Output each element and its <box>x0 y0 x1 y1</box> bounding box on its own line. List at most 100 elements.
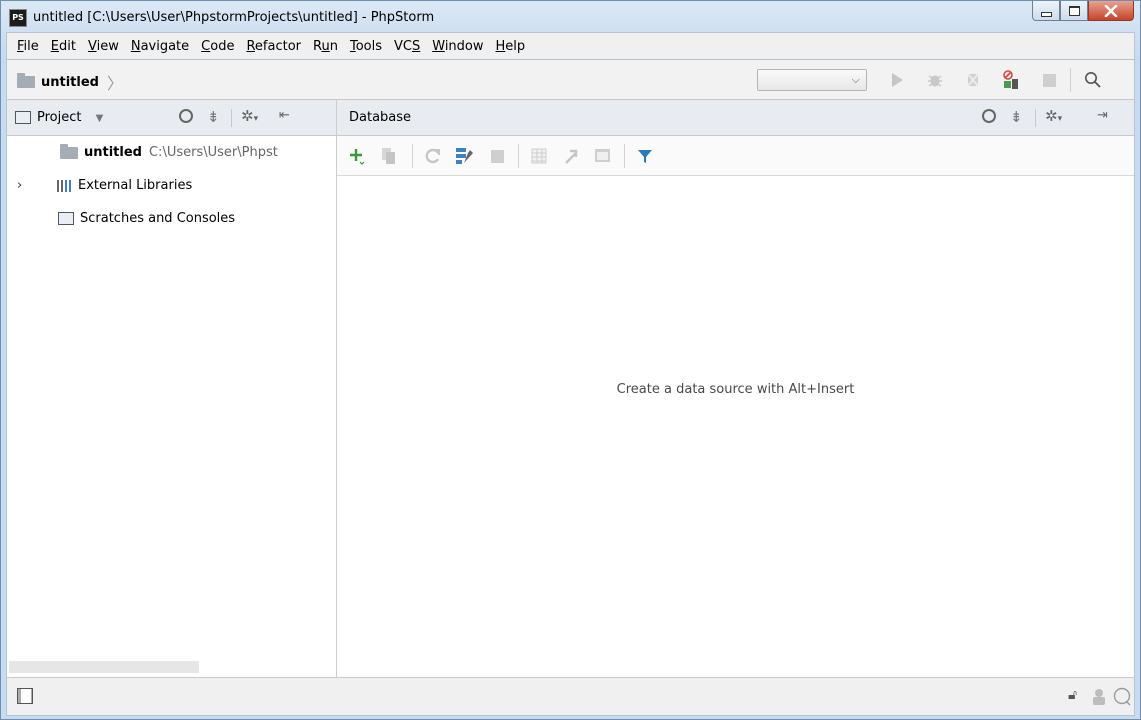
folder-icon <box>17 73 35 88</box>
folder-icon <box>60 143 78 159</box>
view-table-button[interactable] <box>529 146 549 166</box>
chevron-down-icon: ▼ <box>95 113 104 124</box>
window-title: untitled [C:\Users\User\PhpstormProjects… <box>33 10 435 25</box>
attach-icon <box>1003 70 1018 89</box>
run-button[interactable] <box>887 70 907 90</box>
chevron-right-icon[interactable]: › <box>17 178 22 193</box>
toolbar-separator <box>1070 68 1071 92</box>
breadcrumb[interactable]: untitled 〉 <box>17 70 123 94</box>
phpstorm-app-icon: PS <box>9 9 27 27</box>
hide-icon[interactable]: ⇥ <box>1097 108 1108 123</box>
properties-icon <box>456 148 473 164</box>
maximize-icon <box>1068 5 1080 16</box>
scratches-icon <box>58 212 74 225</box>
status-bar: 🔓︎ <box>6 677 1135 716</box>
tree-item-untitled[interactable]: untitled C:\Users\User\Phpst <box>7 136 336 169</box>
close-icon <box>1104 4 1118 17</box>
tree-item-scratches[interactable]: Scratches and Consoles <box>7 202 336 235</box>
tool-windows-icon[interactable] <box>17 688 33 704</box>
tree-item-external-libraries[interactable]: › External Libraries <box>7 169 336 202</box>
toolbar-separator <box>412 144 413 168</box>
close-button[interactable] <box>1088 1 1134 21</box>
run-icon <box>892 73 903 87</box>
toolbar-separator <box>624 144 625 168</box>
header-separator <box>1035 109 1036 127</box>
tree-item-path: C:\Users\User\Phpst <box>148 145 278 160</box>
stop-icon <box>1042 73 1056 87</box>
breadcrumb-label: untitled <box>41 74 99 90</box>
project-view-icon <box>15 111 31 124</box>
settings-icon[interactable]: ✲▾ <box>1045 107 1062 125</box>
console-icon <box>595 149 610 162</box>
tree-item-name: untitled <box>84 145 142 160</box>
run-configuration-select[interactable]: ⌵ <box>757 69 867 91</box>
search-icon <box>1085 72 1101 88</box>
tree-item-name: Scratches and Consoles <box>80 211 236 226</box>
debug-button[interactable] <box>925 70 945 90</box>
inspector-icon[interactable] <box>1091 688 1107 706</box>
menu-bar: File Edit View Navigate Code Refactor Run Tools… <box>6 32 1135 60</box>
database-toolbar <box>337 136 1134 176</box>
add-data-source-button[interactable] <box>347 146 367 166</box>
jump-icon <box>565 149 578 164</box>
stop-button[interactable] <box>1039 70 1059 90</box>
menu-item-tools[interactable]: Tools <box>344 39 388 54</box>
hide-icon[interactable]: ⇤ <box>279 108 290 123</box>
filter-icon <box>638 150 652 163</box>
settings-icon[interactable]: ✲▾ <box>241 107 258 125</box>
copy-icon <box>382 148 395 164</box>
minimize-icon <box>1040 12 1052 17</box>
duplicate-button[interactable] <box>379 146 399 166</box>
menu-item-vcs[interactable]: VCS <box>388 39 426 54</box>
refresh-button[interactable] <box>423 146 443 166</box>
navigation-toolbar: untitled 〉 ⌵ <box>6 60 1135 100</box>
database-panel-title: Database <box>349 110 412 125</box>
table-icon <box>531 148 547 164</box>
menu-item-run[interactable]: Run <box>307 39 344 54</box>
collapse-icon[interactable]: ⇟ <box>1010 108 1023 126</box>
database-tool-window: Database ⇟ ✲▾ ⇥ Create a data source wit… <box>337 100 1135 677</box>
open-console-button[interactable] <box>593 146 613 166</box>
lock-icon[interactable]: 🔓︎ <box>1068 687 1077 703</box>
window-controls <box>1032 1 1134 23</box>
coverage-button[interactable] <box>963 70 983 90</box>
menu-item-navigate[interactable]: Navigate <box>125 39 195 54</box>
filter-button[interactable] <box>635 146 655 166</box>
project-panel-header: Project ▼ ⇟ ✲▾ ⇤ <box>7 100 336 136</box>
locate-icon[interactable] <box>982 109 996 123</box>
debug-icon <box>928 75 942 87</box>
project-view-label: Project <box>37 110 82 125</box>
menu-item-view[interactable]: View <box>82 39 125 54</box>
breadcrumb-separator-icon: 〉 <box>106 74 123 93</box>
chevron-down-icon: ⌵ <box>851 73 860 86</box>
project-tree: untitled C:\Users\User\Phpst › External … <box>7 136 336 235</box>
menu-item-edit[interactable]: Edit <box>45 39 82 54</box>
minimize-button[interactable] <box>1032 1 1060 21</box>
ide-window: PS untitled [C:\Users\User\PhpstormProje… <box>0 0 1141 720</box>
menu-item-file[interactable]: File <box>11 39 45 54</box>
stop-icon <box>490 149 504 163</box>
event-log-icon[interactable] <box>1112 687 1132 707</box>
locate-icon[interactable] <box>179 109 193 123</box>
header-separator <box>231 109 232 127</box>
menu-item-window[interactable]: Window <box>426 39 489 54</box>
menu-item-refactor[interactable]: Refactor <box>240 39 307 54</box>
tree-item-name: External Libraries <box>78 178 193 193</box>
project-tool-window: Project ▼ ⇟ ✲▾ ⇤ untitled C:\Users\User\… <box>6 100 337 677</box>
data-source-properties-button[interactable] <box>455 146 475 166</box>
maximize-button[interactable] <box>1060 1 1088 21</box>
coverage-icon <box>967 73 979 87</box>
horizontal-scrollbar[interactable] <box>9 661 199 673</box>
libraries-icon <box>57 179 71 192</box>
project-view-selector[interactable]: Project ▼ <box>37 110 103 125</box>
refresh-icon <box>425 148 440 164</box>
add-icon <box>350 149 365 165</box>
empty-state-message: Create a data source with Alt+Insert <box>616 382 855 397</box>
menu-item-help[interactable]: Help <box>490 39 532 54</box>
collapse-icon[interactable]: ⇟ <box>207 108 220 126</box>
attach-button[interactable] <box>1001 70 1021 90</box>
menu-item-code[interactable]: Code <box>195 39 240 54</box>
jump-to-source-button[interactable] <box>561 146 581 166</box>
stop-button[interactable] <box>487 146 507 166</box>
search-everywhere-button[interactable] <box>1083 70 1103 90</box>
